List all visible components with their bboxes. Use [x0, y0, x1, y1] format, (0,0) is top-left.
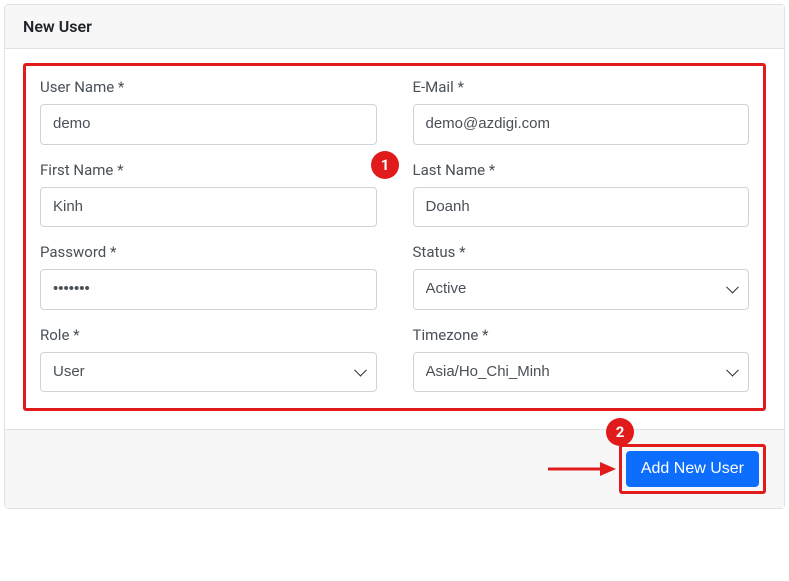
- status-select-wrap: Active: [413, 269, 750, 310]
- form-annotation-box: User Name * E-Mail * First Name * Last N…: [23, 63, 766, 411]
- email-input[interactable]: [413, 104, 750, 145]
- username-label: User Name *: [40, 78, 377, 96]
- arrow-icon: [546, 459, 616, 479]
- role-select[interactable]: User: [40, 352, 377, 393]
- field-role: Role * User: [40, 326, 377, 393]
- status-select[interactable]: Active: [413, 269, 750, 310]
- username-input[interactable]: [40, 104, 377, 145]
- page-title: New User: [23, 17, 92, 36]
- status-label: Status *: [413, 243, 750, 261]
- lastname-input[interactable]: [413, 187, 750, 228]
- submit-annotation-box: Add New User: [619, 444, 766, 494]
- field-username: User Name *: [40, 78, 377, 145]
- firstname-input[interactable]: [40, 187, 377, 228]
- timezone-label: Timezone *: [413, 326, 750, 344]
- email-label: E-Mail *: [413, 78, 750, 96]
- timezone-select[interactable]: Asia/Ho_Chi_Minh: [413, 352, 750, 393]
- form-row: Role * User Timezone * Asia/Ho_Chi_Minh: [40, 326, 749, 393]
- field-lastname: Last Name *: [413, 161, 750, 228]
- field-timezone: Timezone * Asia/Ho_Chi_Minh: [413, 326, 750, 393]
- annotation-badge-1: 1: [371, 151, 399, 179]
- password-input[interactable]: [40, 269, 377, 310]
- firstname-label: First Name *: [40, 161, 377, 179]
- lastname-label: Last Name *: [413, 161, 750, 179]
- field-firstname: First Name *: [40, 161, 377, 228]
- field-password: Password *: [40, 243, 377, 310]
- add-new-user-button[interactable]: Add New User: [626, 451, 759, 487]
- role-label: Role *: [40, 326, 377, 344]
- card-header: New User: [5, 5, 784, 49]
- password-label: Password *: [40, 243, 377, 261]
- new-user-card: New User 1 User Name * E-Mail * First Na…: [4, 4, 785, 509]
- field-status: Status * Active: [413, 243, 750, 310]
- role-select-wrap: User: [40, 352, 377, 393]
- card-body: 1 User Name * E-Mail * First Name *: [5, 49, 784, 429]
- form-row: Password * Status * Active: [40, 243, 749, 310]
- annotation-badge-2: 2: [606, 418, 634, 446]
- field-email: E-Mail *: [413, 78, 750, 145]
- timezone-select-wrap: Asia/Ho_Chi_Minh: [413, 352, 750, 393]
- form-row: User Name * E-Mail *: [40, 78, 749, 145]
- card-footer: 2 Add New User: [5, 429, 784, 508]
